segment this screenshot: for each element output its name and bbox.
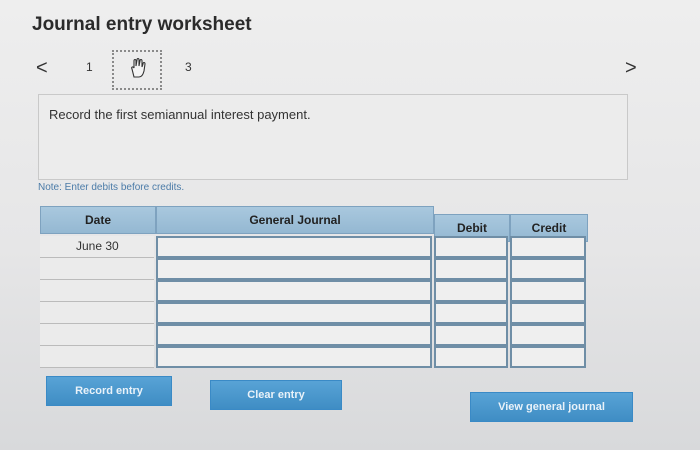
credit-input[interactable] xyxy=(510,236,586,258)
debit-input[interactable] xyxy=(434,302,508,324)
general-journal-input[interactable] xyxy=(156,258,432,280)
date-cell[interactable]: June 30 xyxy=(40,236,154,258)
prompt-box: Record the first semiannual interest pay… xyxy=(38,94,628,180)
view-general-journal-button[interactable]: View general journal xyxy=(470,392,633,422)
clear-entry-button[interactable]: Clear entry xyxy=(210,380,342,410)
step-3[interactable]: 3 xyxy=(185,60,192,74)
debit-input[interactable] xyxy=(434,324,508,346)
credit-input[interactable] xyxy=(510,302,586,324)
general-journal-input[interactable] xyxy=(156,346,432,368)
general-journal-input[interactable] xyxy=(156,302,432,324)
page-title: Journal entry worksheet xyxy=(32,14,252,35)
debit-input[interactable] xyxy=(434,346,508,368)
general-journal-input[interactable] xyxy=(156,324,432,346)
step-2-current[interactable] xyxy=(112,50,162,90)
next-step-icon[interactable]: > xyxy=(625,56,637,80)
table-row: June 30 xyxy=(40,236,588,258)
credit-input[interactable] xyxy=(510,324,586,346)
general-journal-input[interactable] xyxy=(156,236,432,258)
date-cell[interactable] xyxy=(40,258,154,280)
header-general-journal: General Journal xyxy=(156,206,434,234)
credit-input[interactable] xyxy=(510,258,586,280)
step-1[interactable]: 1 xyxy=(86,60,93,74)
hand-pointer-icon xyxy=(127,57,147,84)
debit-input[interactable] xyxy=(434,236,508,258)
table-row xyxy=(40,324,588,346)
worksheet-panel: Journal entry worksheet < 1 3 > Record t… xyxy=(0,0,700,450)
prompt-text: Record the first semiannual interest pay… xyxy=(49,107,311,122)
date-cell[interactable] xyxy=(40,346,154,368)
table-row xyxy=(40,302,588,324)
debit-input[interactable] xyxy=(434,258,508,280)
table-row xyxy=(40,346,588,368)
credit-input[interactable] xyxy=(510,280,586,302)
record-entry-button[interactable]: Record entry xyxy=(46,376,172,406)
table-row xyxy=(40,280,588,302)
note-text: Note: Enter debits before credits. xyxy=(38,182,185,193)
prev-step-icon[interactable]: < xyxy=(36,56,48,80)
date-cell[interactable] xyxy=(40,280,154,302)
header-date: Date xyxy=(40,206,156,234)
general-journal-input[interactable] xyxy=(156,280,432,302)
credit-input[interactable] xyxy=(510,346,586,368)
table-row xyxy=(40,258,588,280)
date-cell[interactable] xyxy=(40,324,154,346)
debit-input[interactable] xyxy=(434,280,508,302)
date-cell[interactable] xyxy=(40,302,154,324)
